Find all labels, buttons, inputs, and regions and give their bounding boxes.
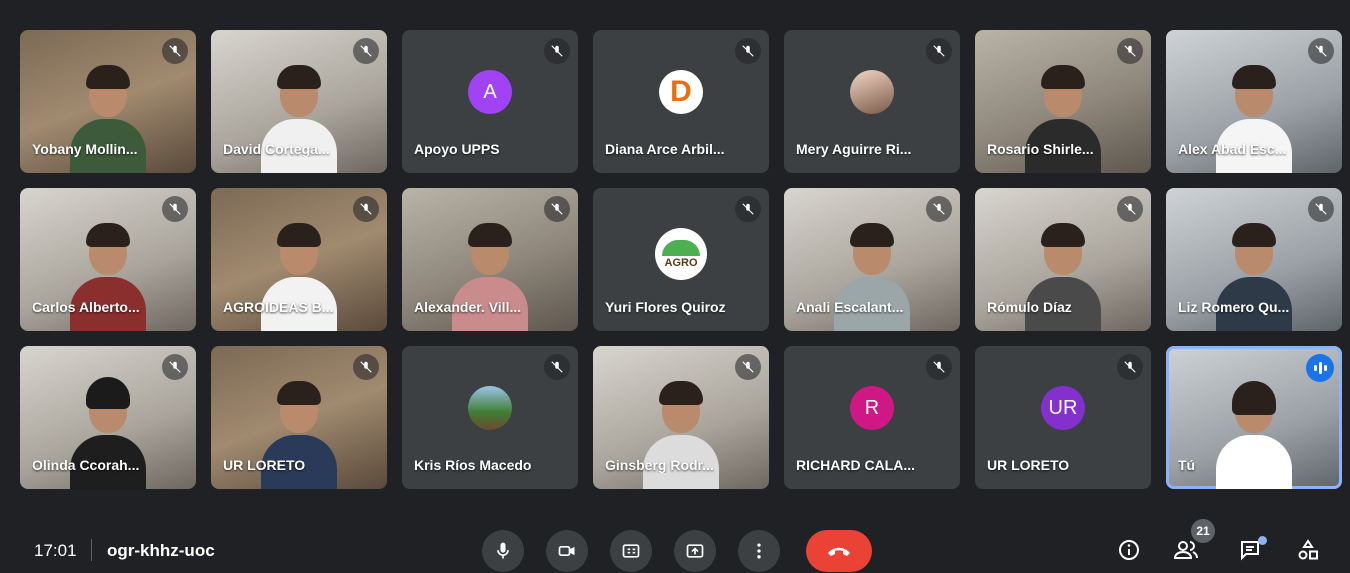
agro-logo-avatar: AGRO [655,228,707,280]
activities-icon [1298,539,1318,560]
participant-name: Alex Abad Esc... [1178,141,1287,157]
camera-button[interactable] [546,530,588,572]
activities-button[interactable] [1292,534,1324,566]
participant-name: Tú [1178,457,1196,473]
meeting-time: 17:01 [34,541,77,560]
participant-name: Ginsberg Rodr... [605,457,714,473]
meeting-code: ogr-khhz-uoc [107,541,215,560]
participant-name: Olinda Ccorah... [32,457,140,473]
participant-name: UR LORETO [987,457,1070,473]
participant-name: UR LORETO [223,457,306,473]
mic-off-icon [735,38,761,64]
mic-off-icon [544,354,570,380]
photo-avatar [468,386,512,430]
unread-indicator [1258,536,1267,545]
leave-call-button[interactable] [806,530,872,572]
participant-name: Rosario Shirle... [987,141,1094,157]
participant-name: RICHARD CALA... [796,457,915,473]
participant-tile[interactable]: UR UR LORETO [975,346,1151,489]
participant-tile[interactable]: Carlos Alberto... [20,188,196,331]
participant-tile[interactable]: Anali Escalant... [784,188,960,331]
participant-tile[interactable]: AGRO Yuri Flores Quiroz [593,188,769,331]
participant-name: Kris Ríos Macedo [414,457,532,473]
more-vert-icon [757,543,761,559]
participant-name: Yuri Flores Quiroz [605,299,726,315]
participant-tile[interactable]: UR LORETO [211,346,387,489]
participant-tile[interactable]: Rosario Shirle... [975,30,1151,173]
initial-avatar: R [850,386,894,430]
participant-name: Liz Romero Qu... [1178,299,1290,315]
mic-off-icon [353,196,379,222]
initial-avatar: UR [1041,386,1085,430]
mic-off-icon [353,38,379,64]
participant-name: Carlos Alberto... [32,299,140,315]
mic-off-icon [162,354,188,380]
more-options-button[interactable] [738,530,780,572]
microphone-icon [497,542,509,559]
participant-tile[interactable]: Mery Aguirre Ri... [784,30,960,173]
mic-off-icon [353,354,379,380]
participant-tile[interactable]: Liz Romero Qu... [1166,188,1342,331]
present-screen-icon [686,544,704,558]
mic-off-icon [1308,38,1334,64]
mic-off-icon [926,38,952,64]
captions-button[interactable] [610,530,652,572]
agro-logo-icon [662,239,700,256]
call-end-icon [828,547,850,556]
participant-count-badge: 21 [1191,519,1215,543]
camera-icon [558,546,575,556]
audio-level-icon [1306,354,1334,382]
mic-off-icon [544,196,570,222]
participant-name: Alexander. Vill... [414,299,522,315]
participant-tile[interactable]: D Diana Arce Arbil... [593,30,769,173]
participant-name: Anali Escalant... [796,299,904,315]
mic-off-icon [735,196,761,222]
participant-name: Yobany Mollin... [32,141,138,157]
participant-name: Apoyo UPPS [414,141,500,157]
participant-name: David Cortega... [223,141,330,157]
mic-off-icon [926,354,952,380]
participant-tile[interactable]: Alex Abad Esc... [1166,30,1342,173]
participant-tile[interactable]: Kris Ríos Macedo [402,346,578,489]
participant-tile[interactable]: A Apoyo UPPS [402,30,578,173]
mic-off-icon [162,38,188,64]
mic-off-icon [162,196,188,222]
info-icon [1119,540,1139,560]
participant-name: AGROIDEAS B... [223,299,334,315]
self-view-tile[interactable]: Tú [1166,346,1342,489]
participant-tile[interactable]: Ginsberg Rodr... [593,346,769,489]
participant-tile[interactable]: R RICHARD CALA... [784,346,960,489]
agro-logo-text: AGRO [664,256,698,269]
mic-off-icon [1117,38,1143,64]
participant-name: Diana Arce Arbil... [605,141,725,157]
participant-tile[interactable]: Alexander. Vill... [402,188,578,331]
mic-off-icon [926,196,952,222]
participant-tile[interactable]: David Cortega... [211,30,387,173]
participant-name: Rómulo Díaz [987,299,1072,315]
photo-avatar [850,70,894,114]
bottom-toolbar: 17:01 ogr-khhz-uoc 21 [0,519,1350,573]
mic-off-icon [544,38,570,64]
mic-off-icon [735,354,761,380]
participant-tile[interactable]: AGROIDEAS B... [211,188,387,331]
present-button[interactable] [674,530,716,572]
microphone-button[interactable] [482,530,524,572]
people-icon [1173,541,1198,559]
meeting-details-button[interactable] [1113,534,1145,566]
participant-name: Mery Aguirre Ri... [796,141,912,157]
captions-icon [622,544,640,558]
logo-avatar: D [659,70,703,114]
participant-tile[interactable]: Olinda Ccorah... [20,346,196,489]
mic-off-icon [1117,354,1143,380]
participant-tile[interactable]: Yobany Mollin... [20,30,196,173]
divider [91,539,92,561]
participant-tile[interactable]: Rómulo Díaz [975,188,1151,331]
initial-avatar: A [468,70,512,114]
participant-grid: Yobany Mollin... David Cortega... A Apoy… [20,30,1342,489]
mic-off-icon [1117,196,1143,222]
mic-off-icon [1308,196,1334,222]
